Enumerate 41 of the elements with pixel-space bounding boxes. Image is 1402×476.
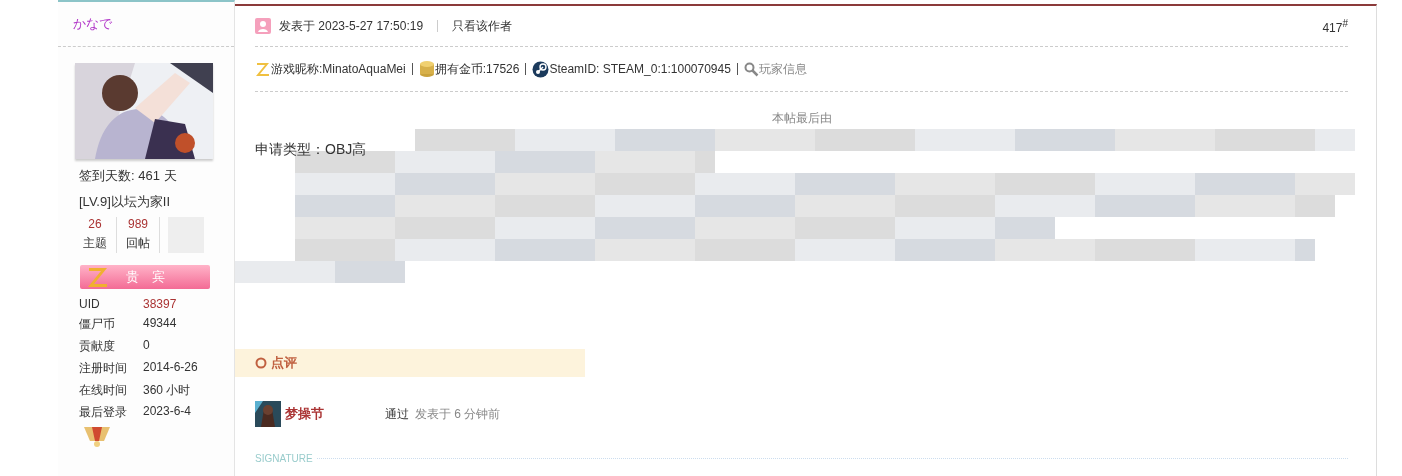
profile-value: 2023-6-4 (143, 404, 193, 420)
z-logo-icon (255, 61, 271, 77)
comments-title: 点评 (271, 354, 297, 372)
profile-value: 2014-6-26 (143, 360, 199, 376)
comment-time: 发表于 6 分钟前 (415, 405, 501, 423)
profile-label: 在线时间 (79, 382, 128, 399)
profile-label: UID (79, 297, 101, 311)
z-logo-icon (86, 265, 110, 289)
signature-label: SIGNATURE (255, 453, 313, 464)
steam-logo-icon (532, 60, 550, 78)
post-body: 申请类型：OBJ高 (255, 141, 367, 159)
stat-label: 回帖 (126, 235, 150, 252)
player-info-item[interactable]: 玩家信息 (758, 60, 807, 78)
group-badge: 贵 宾 (80, 265, 210, 289)
author-only-link[interactable]: 只看该作者 (452, 17, 513, 35)
profile-value: 0 (143, 338, 151, 354)
coin-stack-icon (418, 60, 435, 78)
player-info-item: 游戏昵称:MinatoAquaMei (271, 60, 406, 78)
search-icon (743, 61, 759, 77)
stat-value[interactable]: 989 (128, 217, 148, 231)
user-level: [LV.9]以坛为家II (78, 193, 172, 211)
profile-value[interactable]: 38397 (143, 297, 234, 311)
profile-value: 49344 (143, 316, 178, 332)
floor-number[interactable]: 417$^{#}$ (1322, 17, 1348, 35)
profile-label: 最后登录 (79, 404, 128, 421)
profile-label: 注册时间 (79, 360, 128, 377)
edit-note: 本帖最后由 (771, 111, 832, 125)
post-time: 发表于 2023-5-27 17:50:19 (279, 17, 424, 35)
circle-icon (255, 357, 267, 369)
user-icon (255, 18, 271, 34)
stat-value[interactable]: 26 (88, 217, 102, 231)
commenter-name[interactable]: 梦操节 (285, 405, 385, 423)
player-info-item: SteamID: STEAM_0:1:100070945 (549, 62, 731, 76)
player-info-item: 拥有金币:17526 (434, 60, 520, 78)
profile-label: 贡献度 (79, 338, 116, 355)
stat-label: 主题 (83, 235, 107, 252)
comment-text: 通过 (385, 405, 409, 423)
profile-label: 僵尸币 (79, 316, 116, 333)
profile-value: 360 小时 (143, 382, 192, 399)
username-link[interactable]: かなで (73, 15, 112, 33)
checkin-days: 签到天数: 461 天 (58, 167, 234, 185)
